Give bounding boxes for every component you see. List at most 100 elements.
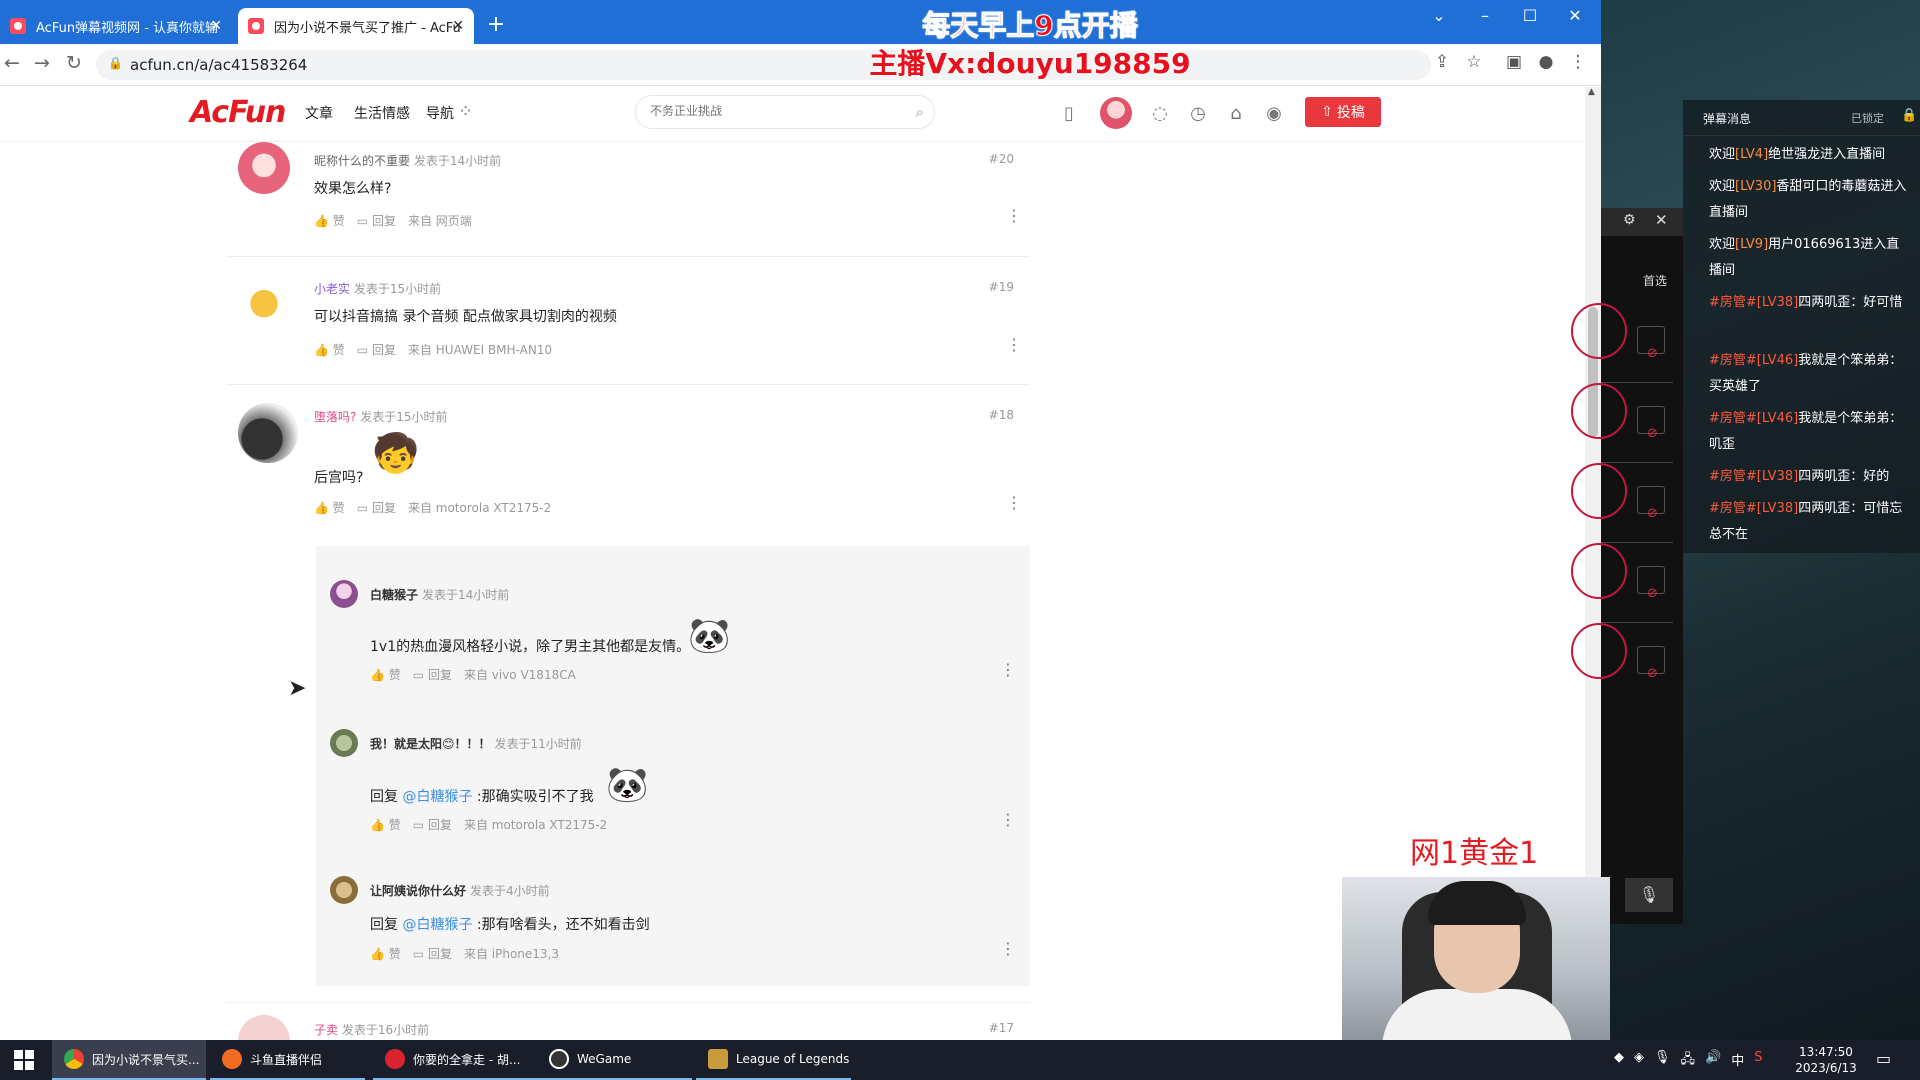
tray-app-icon[interactable]: ◆	[1614, 1050, 1624, 1072]
history-icon[interactable]: ◷	[1186, 103, 1210, 124]
comment-meta: 子卖 发表于16小时前	[314, 1021, 429, 1038]
task-music[interactable]: 你要的全拿走 - 胡...	[373, 1040, 537, 1080]
like-button[interactable]: 👍 赞	[370, 945, 401, 962]
menu-dots-icon[interactable]: ⋮	[1566, 52, 1590, 72]
message-icon[interactable]: ◌	[1148, 103, 1172, 124]
reply-author[interactable]: 白糖猴子 发表于14小时前	[370, 586, 509, 603]
like-button[interactable]: 👍 赞	[370, 666, 401, 683]
grid-icon[interactable]: ⁘	[458, 101, 473, 122]
close-icon[interactable]: ✕	[452, 18, 464, 34]
windows-start-icon[interactable]	[14, 1050, 34, 1070]
reply-button[interactable]: ▭ 回复	[357, 341, 396, 358]
more-dots-icon[interactable]: ⋮	[1000, 660, 1016, 679]
nav-navigation[interactable]: 导航	[426, 103, 454, 123]
mention-link[interactable]: @白糖猴子	[402, 917, 472, 933]
upload-button[interactable]: ⇧ 投稿	[1305, 97, 1381, 127]
like-label: 赞	[388, 668, 401, 682]
comment-author[interactable]: 昵称什么的不重要	[314, 154, 410, 168]
reply-author[interactable]: 我！就是太阳😊！！！ 发表于11小时前	[370, 735, 582, 752]
reply-author[interactable]: 让阿姨说你什么好 发表于4小时前	[370, 882, 550, 899]
avatar[interactable]	[238, 403, 298, 463]
reply-body: 1v1的热血漫风格轻小说，除了男主其他都是友情。	[370, 639, 691, 655]
douyu-icon	[222, 1049, 242, 1069]
microphone-icon[interactable]: 🎙	[1654, 1050, 1671, 1072]
gear-icon[interactable]: ⚙	[1623, 212, 1636, 228]
source-ring[interactable]	[1571, 463, 1627, 519]
task-league-of-legends[interactable]: League of Legends	[696, 1040, 851, 1080]
volume-icon[interactable]: 🔊	[1705, 1050, 1721, 1072]
like-button[interactable]: 👍 赞	[314, 341, 345, 358]
avatar[interactable]	[330, 580, 358, 608]
mobile-icon[interactable]: ▯	[1057, 103, 1081, 124]
close-icon[interactable]: ✕	[210, 18, 222, 34]
msg-tag: #房管#	[1709, 411, 1757, 426]
close-icon[interactable]: ✕	[1655, 211, 1668, 229]
comment-text: 可以抖音搞搞 录个音频 配点做家具切割肉的视频	[314, 309, 617, 325]
new-tab-button[interactable]: +	[484, 12, 508, 37]
source-ring[interactable]	[1571, 623, 1627, 679]
user-avatar[interactable]	[1100, 97, 1132, 129]
like-button[interactable]: 👍 赞	[314, 499, 345, 516]
notification-icon[interactable]: ▭	[1876, 1049, 1891, 1068]
comment-author[interactable]: 子卖	[314, 1023, 338, 1037]
danmu-message: 欢迎[LV9]用户01669613进入直播间	[1709, 232, 1909, 284]
avatar[interactable]	[238, 142, 290, 194]
reply-button[interactable]: ▭ 回复	[413, 816, 452, 833]
danmu-lock-status[interactable]: 已锁定	[1851, 110, 1884, 126]
music-icon	[385, 1049, 405, 1069]
acfun-logo[interactable]: AcFun	[190, 95, 286, 130]
task-douyu[interactable]: 斗鱼直播伴侣	[210, 1040, 365, 1080]
reply-button[interactable]: ▭ 回复	[413, 666, 452, 683]
bookmark-star-icon[interactable]: ☆	[1462, 52, 1486, 72]
nvidia-icon[interactable]: ◈	[1634, 1050, 1644, 1072]
location-icon[interactable]: ◉	[1262, 103, 1286, 124]
search-icon[interactable]: ⌕	[916, 103, 924, 121]
system-clock[interactable]: 13:47:50 2023/6/13	[1790, 1044, 1862, 1076]
share-icon[interactable]: ⇪	[1430, 52, 1454, 72]
source-ring[interactable]	[1571, 543, 1627, 599]
maximize-button[interactable]: ☐	[1515, 6, 1545, 25]
forward-arrow-icon[interactable]: →	[30, 52, 54, 74]
reload-icon[interactable]: ↻	[62, 52, 86, 74]
back-arrow-icon[interactable]: ←	[0, 52, 24, 74]
avatar[interactable]	[238, 1015, 290, 1040]
sogou-icon[interactable]: S	[1754, 1050, 1762, 1072]
search-input[interactable]	[650, 104, 900, 118]
more-dots-icon[interactable]: ⋮	[1006, 206, 1022, 225]
first-select-label[interactable]: 首选	[1643, 272, 1667, 289]
microphone-icon[interactable]: 🎙	[1625, 878, 1673, 912]
avatar[interactable]	[238, 275, 290, 327]
like-button[interactable]: 👍 赞	[370, 816, 401, 833]
comment-author[interactable]: 堕落吗?	[314, 410, 356, 424]
more-dots-icon[interactable]: ⋮	[1006, 493, 1022, 512]
profile-icon[interactable]: ●	[1534, 52, 1558, 72]
tab-search-chevron-icon[interactable]: ⌄	[1424, 6, 1454, 25]
avatar[interactable]	[330, 729, 358, 757]
more-dots-icon[interactable]: ⋮	[1000, 939, 1016, 958]
task-wegame[interactable]: WeGame	[537, 1040, 692, 1080]
nav-article[interactable]: 文章	[305, 103, 333, 123]
mention-link[interactable]: @白糖猴子	[402, 789, 472, 805]
comment-author[interactable]: 小老实	[314, 282, 350, 296]
task-chrome[interactable]: 因为小说不景气买...	[52, 1040, 206, 1080]
favorites-icon[interactable]: ⌂	[1224, 103, 1248, 124]
side-panel-icon[interactable]: ▣	[1502, 52, 1526, 72]
reply-button[interactable]: ▭ 回复	[357, 212, 396, 229]
network-icon[interactable]: 🖧	[1681, 1050, 1696, 1072]
more-dots-icon[interactable]: ⋮	[1000, 810, 1016, 829]
reply-button[interactable]: ▭ 回复	[357, 499, 396, 516]
tab-article[interactable]: 因为小说不景气买了推广 - AcFu ✕	[238, 8, 474, 44]
close-window-button[interactable]: ✕	[1560, 6, 1590, 25]
lock-icon[interactable]: 🔒	[1901, 108, 1917, 123]
more-dots-icon[interactable]: ⋮	[1006, 335, 1022, 354]
tab-acfun-home[interactable]: AcFun弹幕视频网 - 认真你就输 ✕	[0, 8, 232, 44]
source-ring[interactable]	[1571, 383, 1627, 439]
input-language[interactable]: 中	[1731, 1050, 1744, 1072]
minimize-button[interactable]: –	[1470, 6, 1500, 25]
like-button[interactable]: 👍 赞	[314, 212, 345, 229]
nav-life-emotion[interactable]: 生活情感	[354, 103, 410, 123]
avatar[interactable]	[330, 876, 358, 904]
source-ring[interactable]	[1571, 303, 1627, 359]
scroll-up-arrow-icon[interactable]: ▲	[1588, 87, 1595, 97]
reply-button[interactable]: ▭ 回复	[413, 945, 452, 962]
